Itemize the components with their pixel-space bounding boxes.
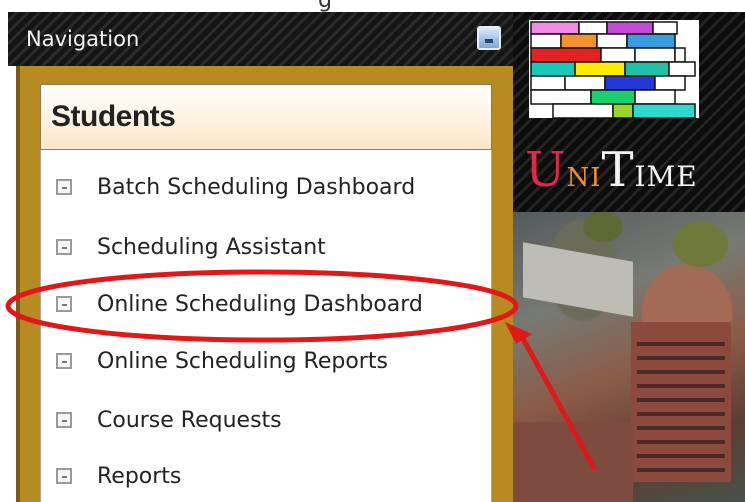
menu-item-batch-scheduling-dashboard[interactable]: Batch Scheduling Dashboard [41,167,493,207]
top-strip: g [0,0,745,13]
navigation-title: Navigation [26,27,140,51]
menu-bullet-icon [56,468,72,484]
header-banner: UNITIME [513,12,745,502]
menu-bullet-icon [56,296,72,312]
menu-item-course-requests[interactable]: Course Requests [41,400,493,440]
menu-item-label: Reports [97,463,182,489]
menu-bullet-icon [56,412,72,428]
menu-item-online-scheduling-reports[interactable]: Online Scheduling Reports [41,341,493,381]
menu-item-label: Online Scheduling Dashboard [97,291,423,317]
students-menu-list: Batch Scheduling Dashboard Scheduling As… [40,150,492,502]
menu-item-label: Batch Scheduling Dashboard [97,174,416,200]
menu-bullet-icon [56,179,72,195]
menu-item-online-scheduling-dashboard[interactable]: Online Scheduling Dashboard [41,284,493,324]
campus-photo [513,212,745,502]
menu-item-label: Scheduling Assistant [97,234,326,260]
unitime-logo[interactable]: UNITIME [513,12,745,212]
navigation-header: Navigation [8,12,513,66]
collapse-toggle-icon[interactable] [477,26,501,50]
menu-item-scheduling-assistant[interactable]: Scheduling Assistant [41,227,493,267]
students-section-header[interactable]: Students [40,84,492,150]
menu-bullet-icon [56,353,72,369]
menu-item-label: Online Scheduling Reports [97,348,388,374]
menu-bullet-icon [56,239,72,255]
menu-item-reports[interactable]: Reports [41,456,493,496]
unitime-wordmark: UNITIME [525,142,698,198]
students-title: Students [51,100,176,133]
menu-item-label: Course Requests [97,407,282,433]
timetable-grid-logo-icon [529,20,699,119]
left-rail [0,66,10,502]
